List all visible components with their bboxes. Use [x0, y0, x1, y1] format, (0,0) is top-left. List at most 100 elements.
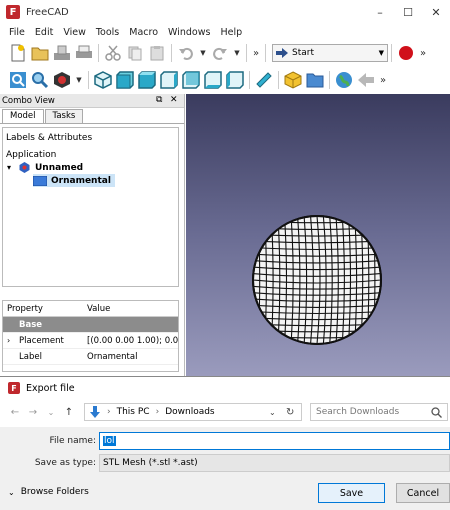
toolbar-separator [246, 44, 247, 62]
back-arrow-icon[interactable] [356, 70, 376, 90]
document-icon [19, 162, 30, 173]
toolbar-separator [88, 71, 89, 89]
right-view-icon[interactable] [159, 70, 179, 90]
tree-item-unnamed[interactable]: ▾ Unnamed [7, 161, 83, 174]
left-view-icon[interactable] [225, 70, 245, 90]
file-name-value: lol [103, 436, 116, 446]
web-browser-icon[interactable] [334, 70, 354, 90]
bottom-view-icon[interactable] [203, 70, 223, 90]
undo-icon[interactable] [176, 43, 196, 63]
search-input[interactable]: Search Downloads [310, 403, 448, 421]
top-view-icon[interactable] [137, 70, 157, 90]
toolbar-separator [329, 71, 330, 89]
mesh-icon [33, 175, 47, 186]
workbench-label: Start [292, 48, 314, 58]
create-part-icon[interactable] [283, 70, 303, 90]
rear-view-icon[interactable] [181, 70, 201, 90]
redo-dropdown-icon[interactable]: ▼ [231, 49, 243, 57]
open-file-icon[interactable] [30, 43, 50, 63]
3d-view[interactable] [186, 94, 450, 376]
menu-view[interactable]: View [58, 27, 91, 38]
recent-locations-icon[interactable]: ⌄ [42, 408, 60, 417]
draw-style-dropdown-icon[interactable]: ▼ [73, 76, 85, 84]
fit-all-icon[interactable] [8, 70, 28, 90]
refresh-icon[interactable]: ↻ [286, 407, 294, 418]
property-row-placement[interactable]: › Placement [(0.00 0.00 1.00); 0.0... [3, 333, 178, 349]
menu-file[interactable]: File [4, 27, 30, 38]
tab-model[interactable]: Model [2, 109, 44, 123]
copy-icon[interactable] [125, 43, 145, 63]
tab-tasks[interactable]: Tasks [44, 109, 84, 123]
freecad-logo-icon: F [8, 382, 20, 394]
draw-style-icon[interactable] [52, 70, 72, 90]
tree-item-ornamental[interactable]: Ornamental [33, 174, 115, 187]
toolbar-overflow-icon-2[interactable]: » [417, 48, 429, 59]
property-panel: Property Value Base › Placement [(0.00 0… [2, 300, 179, 372]
breadcrumb-this-pc[interactable]: This PC [117, 407, 150, 417]
maximize-button[interactable]: ☐ [394, 0, 422, 24]
value-column-header: Value [87, 304, 111, 314]
print-icon[interactable] [74, 43, 94, 63]
new-file-icon[interactable] [8, 43, 28, 63]
undo-dropdown-icon[interactable]: ▼ [197, 49, 209, 57]
back-icon[interactable]: ← [6, 407, 24, 418]
property-value[interactable]: [(0.00 0.00 1.00); 0.0... [83, 336, 178, 346]
browse-folders-toggle[interactable]: ⌄ Browse Folders [8, 487, 89, 497]
menu-macro[interactable]: Macro [124, 27, 163, 38]
toolbar-overflow-icon-3[interactable]: » [377, 75, 389, 86]
fit-selection-icon[interactable] [30, 70, 50, 90]
tree-item-application[interactable]: Application [6, 148, 56, 161]
save-button[interactable]: Save [318, 483, 385, 503]
property-value[interactable]: Ornamental [83, 352, 178, 362]
address-dropdown-icon[interactable]: ⌄ [269, 408, 276, 417]
up-arrow-icon[interactable]: ↑ [60, 407, 78, 418]
measure-icon[interactable] [254, 70, 274, 90]
tree-item-label: Unnamed [35, 162, 84, 173]
cut-icon[interactable] [103, 43, 123, 63]
create-group-icon[interactable] [305, 70, 325, 90]
toolbar-overflow-icon[interactable]: » [250, 48, 262, 59]
downloads-arrow-icon [90, 406, 100, 418]
isometric-view-icon[interactable] [93, 70, 113, 90]
dialog-navbar: ← → ⌄ ↑ › This PC › Downloads ⌄ ↻ Search… [0, 401, 450, 423]
file-name-input[interactable]: lol [99, 432, 450, 450]
menu-windows[interactable]: Windows [163, 27, 215, 38]
save-icon[interactable] [52, 43, 72, 63]
close-button[interactable]: ✕ [422, 0, 450, 24]
expand-chevron-icon[interactable]: › [7, 336, 10, 345]
expand-chevron-icon[interactable]: ▾ [7, 163, 19, 172]
address-bar[interactable]: › This PC › Downloads ⌄ ↻ [84, 403, 302, 421]
menu-bar: File Edit View Tools Macro Windows Help [0, 24, 450, 40]
menu-edit[interactable]: Edit [30, 27, 58, 38]
window-titlebar: F FreeCAD – ☐ ✕ [0, 0, 450, 24]
freecad-logo-icon: F [6, 5, 20, 19]
minimize-button[interactable]: – [366, 0, 394, 24]
close-panel-icon[interactable]: ✕ [170, 95, 178, 105]
float-panel-icon[interactable]: ⧉ [156, 95, 162, 105]
file-form: File name: lol Save as type: STL Mesh (*… [0, 427, 450, 477]
record-macro-icon[interactable] [396, 43, 416, 63]
paste-icon[interactable] [147, 43, 167, 63]
forward-icon[interactable]: → [24, 407, 42, 418]
save-as-type-select[interactable]: STL Mesh (*.stl *.ast) [99, 454, 450, 472]
save-as-type-label: Save as type: [34, 458, 96, 468]
property-header: Property Value [3, 301, 178, 317]
breadcrumb-downloads[interactable]: Downloads [165, 407, 214, 417]
combo-tabs: Model Tasks [0, 109, 184, 124]
mesh-sphere[interactable] [186, 94, 450, 376]
toolbar-separator [171, 44, 172, 62]
cancel-button[interactable]: Cancel [396, 483, 450, 503]
group-label: Base [19, 319, 43, 330]
front-view-icon[interactable] [115, 70, 135, 90]
window-title: FreeCAD [26, 6, 69, 18]
combo-view-title: Combo View [2, 95, 55, 106]
menu-help[interactable]: Help [215, 27, 247, 38]
save-as-type-value: STL Mesh (*.stl *.ast) [103, 458, 198, 468]
property-name-text: Placement [19, 335, 64, 346]
redo-icon[interactable] [210, 43, 230, 63]
menu-tools[interactable]: Tools [91, 27, 124, 38]
workbench-selector[interactable]: Start ▼ [272, 44, 388, 62]
toolbar-separator [278, 71, 279, 89]
property-row-label[interactable]: Label Ornamental [3, 349, 178, 365]
toolbar-separator [265, 44, 266, 62]
